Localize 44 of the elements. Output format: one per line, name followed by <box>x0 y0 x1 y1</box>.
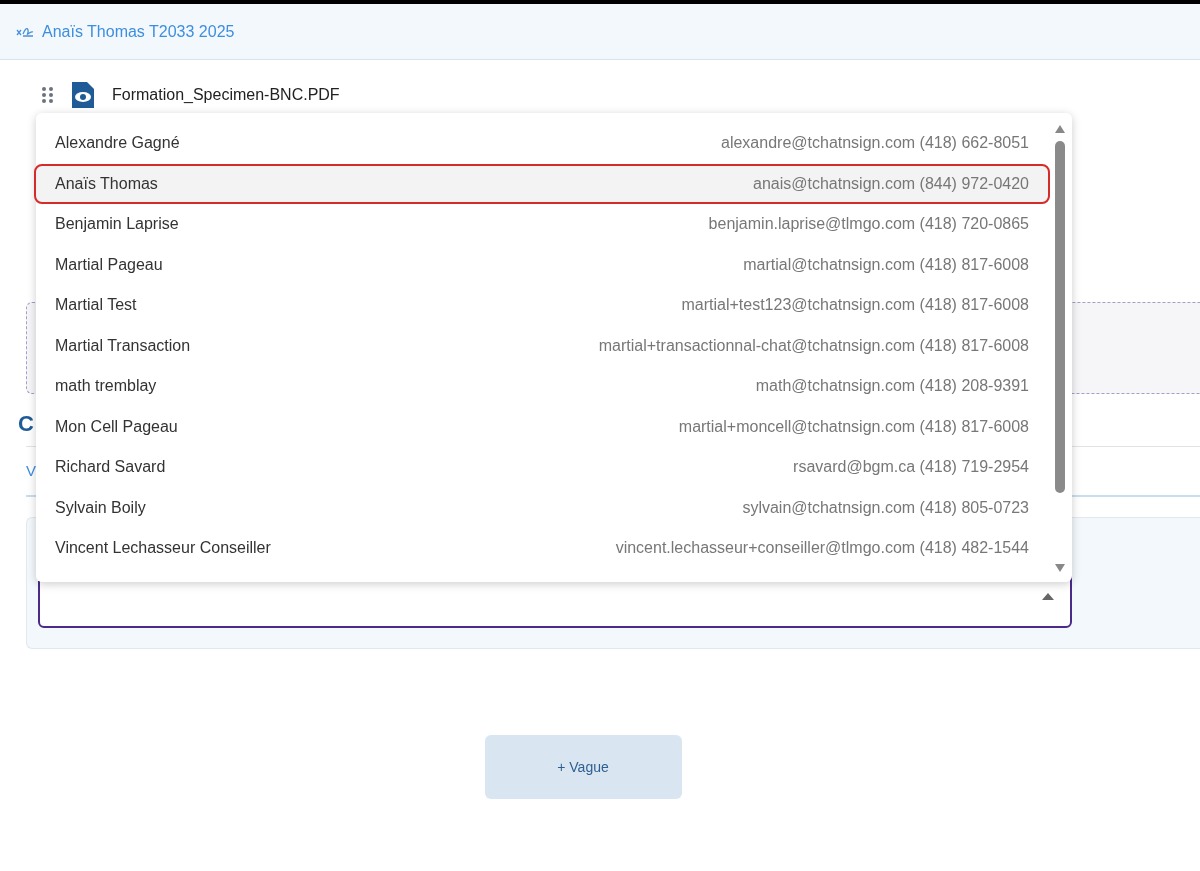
document-eye-icon[interactable] <box>70 80 96 110</box>
signature-icon <box>16 25 34 38</box>
scroll-down-icon[interactable] <box>1055 564 1065 572</box>
contact-name: Benjamin Laprise <box>55 214 179 235</box>
dropdown-option[interactable]: Sylvain Boily sylvain@tchatnsign.com (418) 805-0723 <box>36 487 1048 528</box>
contact-name: Martial Pageau <box>55 254 163 275</box>
contact-details: sylvain@tchatnsign.com (418) 805-0723 <box>742 497 1029 518</box>
contact-name: Martial Transaction <box>55 335 191 356</box>
dropdown-option[interactable]: Martial Test martial+test123@tchatnsign.com (418) 817-6008 <box>36 285 1048 326</box>
add-wave-button[interactable]: + Vague <box>484 735 682 799</box>
header-title: Anaïs Thomas T2033 2025 <box>42 21 235 42</box>
contact-name: Sylvain Boily <box>55 497 146 518</box>
dropdown-option[interactable]: Mon Cell Pageau martial+moncell@tchatnsign.com (418) 817-6008 <box>36 406 1048 447</box>
scroll-up-icon[interactable] <box>1055 125 1065 133</box>
dropdown-option[interactable]: Benjamin Laprise benjamin.laprise@tlmgo.com (418) 720-0865 <box>36 204 1048 245</box>
contact-name: Richard Savard <box>55 457 166 478</box>
dropdown-option[interactable]: Martial Transaction martial+transactionnal-chat@tchatnsign.com (418) 817-6008 <box>36 325 1048 366</box>
contact-name: Mon Cell Pageau <box>55 416 178 437</box>
dropdown-option[interactable]: Anaïs Thomas anais@tchatnsign.com (844) 972-0420 <box>34 163 1050 204</box>
contact-details: martial@tchatnsign.com (418) 817-6008 <box>743 254 1029 275</box>
scrollbar[interactable] <box>1052 123 1068 572</box>
contact-details: martial+moncell@tchatnsign.com (418) 817-6008 <box>678 416 1029 437</box>
contact-name: Vincent Lechasseur Conseiller <box>55 538 271 559</box>
contact-name: Martial Test <box>55 295 137 316</box>
contact-details: vincent.lechasseur+conseiller@tlmgo.com (418) 482-1544 <box>615 538 1029 559</box>
contact-details: rsavard@bgm.ca (418) 719-2954 <box>793 457 1029 478</box>
contact-details: math@tchatnsign.com (418) 208-9391 <box>755 376 1029 397</box>
dropdown-option[interactable]: Alexandre Gagné alexandre@tchatnsign.com (418) 662-8051 <box>36 123 1048 164</box>
document-filename: Formation_Specimen-BNC.PDF <box>112 85 340 105</box>
contact-details: anais@tchatnsign.com (844) 972-0420 <box>753 173 1029 194</box>
dropdown-option[interactable]: Martial Pageau martial@tchatnsign.com (418) 817-6008 <box>36 244 1048 285</box>
contact-details: martial+transactionnal-chat@tchatnsign.com (418) 817-6008 <box>598 335 1029 356</box>
contact-name: Alexandre Gagné <box>55 133 180 154</box>
drag-handle-icon[interactable] <box>42 86 54 104</box>
tab[interactable]: V <box>26 459 36 483</box>
dropdown-option[interactable]: Richard Savard rsavard@bgm.ca (418) 719-2954 <box>36 447 1048 488</box>
contact-details: benjamin.laprise@tlmgo.com (418) 720-0865 <box>708 214 1029 235</box>
contact-name: math tremblay <box>55 376 157 397</box>
section-heading: C <box>18 410 34 438</box>
caret-up-icon <box>1042 592 1054 600</box>
dropdown-option[interactable]: math tremblay math@tchatnsign.com (418) 208-9391 <box>36 366 1048 407</box>
contact-details: alexandre@tchatnsign.com (418) 662-8051 <box>721 133 1029 154</box>
contact-details: martial+test123@tchatnsign.com (418) 817-6008 <box>681 295 1029 316</box>
contact-name: Anaïs Thomas <box>55 173 158 194</box>
